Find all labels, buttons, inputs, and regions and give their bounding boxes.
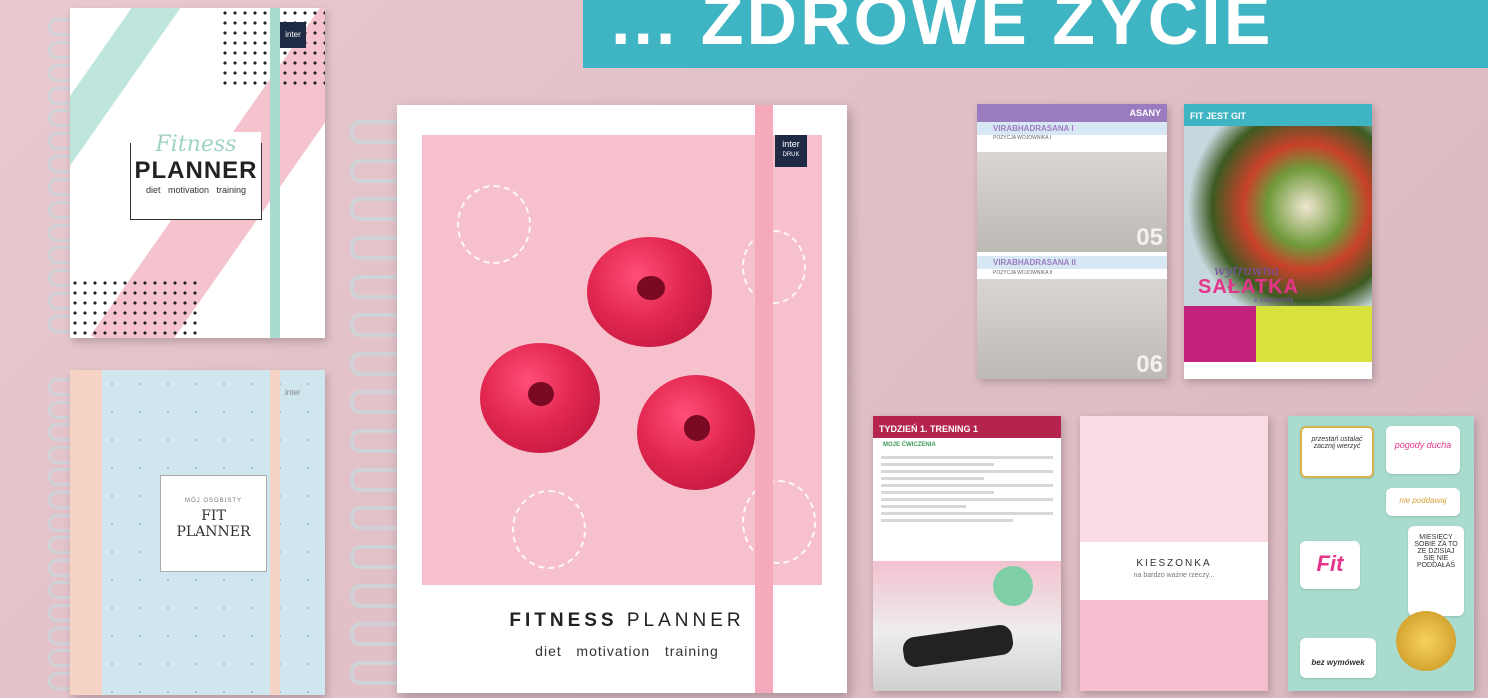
sticker-text: Fit <box>1316 551 1344 576</box>
elastic-band <box>270 8 280 338</box>
yoga-photo-2: 06 <box>977 279 1167 379</box>
salad-sub: z mozzarellą <box>1254 297 1294 304</box>
brand-subtext: DRUK <box>782 152 800 158</box>
lime-block <box>1256 306 1372 362</box>
raspberry-outline <box>742 480 816 564</box>
brand-text: inter <box>782 139 800 149</box>
pose-1-subtitle: POZYCJA WOJOWNIKA I <box>993 135 1052 141</box>
sticker-1: przestań ustalać zacznij wierzyć <box>1300 426 1374 478</box>
workout-photo <box>873 561 1061 691</box>
raspberry-outline <box>742 230 806 304</box>
brand-logo: inter <box>280 22 306 48</box>
raspberry-outline <box>457 185 531 264</box>
planner-subtitle: diet motivation training <box>535 643 719 659</box>
title-word-1: FITNESS <box>509 610 618 631</box>
pose-2-subtitle: POZYCJA WOJOWNIKA II <box>993 270 1053 276</box>
insert-training: TYDZIEŃ 1. TRENING 1 MOJE ĆWICZENIA <box>873 416 1061 691</box>
fitness-planner-big: inter DRUK FITNESS PLANNER diet motivati… <box>397 105 847 693</box>
elastic-band <box>270 370 280 695</box>
sticker-text: pogody ducha <box>1394 440 1452 450</box>
sticker-text: przestań ustalać zacznij wierzyć <box>1311 436 1363 450</box>
fit-title: FIT <box>201 508 226 524</box>
elastic-band <box>755 105 773 693</box>
title-word-2: PLANNER <box>626 610 745 631</box>
pocket-label-band: KIESZONKA na bardzo ważne rzeczy... <box>1080 542 1268 600</box>
brand-text: inter <box>285 30 301 39</box>
raspberry <box>587 237 712 347</box>
brand-logo: inter DRUK <box>775 135 807 167</box>
pose-2-title: VIRABHADRASANA II <box>977 256 1167 269</box>
pocket-title: KIESZONKA <box>1136 558 1212 569</box>
peach-spine <box>70 370 102 695</box>
raspberry <box>637 375 755 490</box>
gold-seal <box>1396 611 1456 671</box>
pose-2-number: 06 <box>1136 351 1163 378</box>
sticker-2: pogody ducha <box>1386 426 1460 474</box>
sticker-text: bez wymówek <box>1311 658 1365 667</box>
insert-asany: ASANY VIRABHADRASANA I POZYCJA WOJOWNIKA… <box>977 104 1167 379</box>
fit-planner-small: inter MÓJ OSOBISTY FIT PLANNER <box>70 370 325 695</box>
spiral-binding-big <box>350 120 402 685</box>
header-text: FIT JEST GIT <box>1190 111 1247 121</box>
sticker-6: bez wymówek <box>1300 638 1376 678</box>
headline-text: ... ZDROWE ŻYCIE <box>611 0 1274 59</box>
sticker-4: Fit <box>1300 541 1360 589</box>
raspberry <box>480 343 600 453</box>
insert-pocket: KIESZONKA na bardzo ważne rzeczy... <box>1080 416 1268 691</box>
sticker-text: nie poddawaj <box>1399 496 1447 505</box>
headline-banner: ... ZDROWE ŻYCIE <box>583 0 1488 68</box>
fitness-planner-small: inter Fitness PLANNER diet motivation tr… <box>70 8 325 338</box>
planner-title: PLANNER <box>176 524 251 540</box>
athlete-figure <box>901 623 1015 669</box>
raspberry-outline <box>512 490 586 569</box>
dot-pattern-bottom <box>70 278 200 338</box>
pocket-bottom <box>1080 600 1268 691</box>
yoga-photo-1: 05 <box>977 152 1167 252</box>
section-label: MOJE ĆWICZENIA <box>883 442 936 448</box>
insert-header: ASANY <box>977 104 1167 122</box>
pose-1-title: VIRABHADRASANA I <box>977 122 1167 135</box>
planner-title: FITNESS PLANNER <box>497 610 757 632</box>
salad-title: SAŁATKA <box>1198 276 1300 298</box>
magenta-block <box>1184 306 1256 362</box>
sticker-text: MIESIĘCY SOBIE ZA TO ZE DZISIAJ SIĘ NIE … <box>1414 534 1458 569</box>
title-box: MÓJ OSOBISTY FIT PLANNER <box>160 475 267 572</box>
header-text: TYDZIEŃ 1. TRENING 1 <box>879 424 979 434</box>
planner-title: PLANNER <box>134 157 258 184</box>
brand-text: inter <box>285 388 301 397</box>
pocket-subtitle: na bardzo ważne rzeczy... <box>1133 572 1215 579</box>
pose-1-number: 05 <box>1136 224 1163 251</box>
script-title: Fitness <box>131 132 261 157</box>
planner-subtitle: diet motivation training <box>145 185 247 195</box>
title-box: Fitness PLANNER diet motivation training <box>130 132 262 220</box>
insert-header: TYDZIEŃ 1. TRENING 1 <box>873 416 1061 438</box>
sticker-5: MIESIĘCY SOBIE ZA TO ZE DZISIAJ SIĘ NIE … <box>1408 526 1464 616</box>
small-caption: MÓJ OSOBISTY <box>184 498 242 504</box>
insert-salad: FIT JEST GIT wytrawna SAŁATKA z mozzarel… <box>1184 104 1372 379</box>
brand-logo: inter <box>285 388 301 397</box>
sticker-sheet: przestań ustalać zacznij wierzyć pogody … <box>1288 416 1474 691</box>
green-badge <box>993 566 1033 606</box>
insert-header: FIT JEST GIT <box>1184 104 1372 126</box>
sticker-3: nie poddawaj <box>1386 488 1460 516</box>
header-text: ASANY <box>1129 108 1161 118</box>
